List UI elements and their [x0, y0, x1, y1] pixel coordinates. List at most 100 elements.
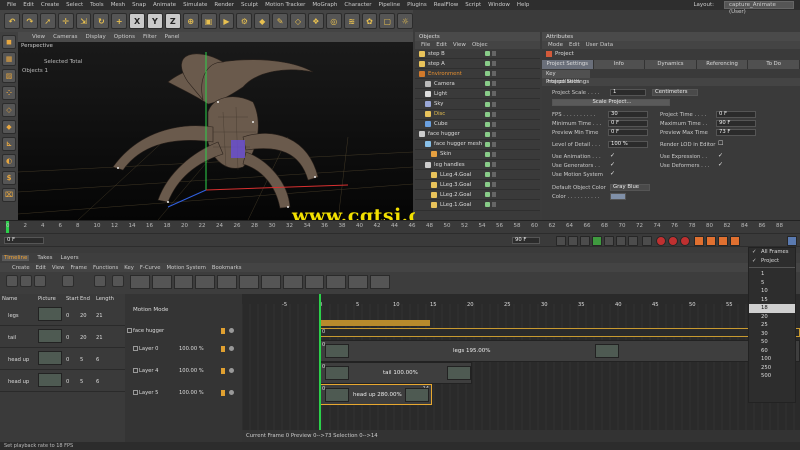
menu-pipeline[interactable]: Pipeline [379, 2, 401, 8]
y-axis-icon[interactable]: Y [147, 13, 163, 29]
rotate-icon[interactable]: ↻ [93, 13, 110, 29]
menu-realflow[interactable]: RealFlow [434, 2, 458, 8]
layer-mute-icon[interactable] [229, 346, 234, 351]
preview-max-field[interactable]: 73 F [716, 129, 756, 136]
cube-icon[interactable]: ◆ [254, 13, 271, 29]
checker-icon[interactable]: ▦ [2, 52, 16, 66]
curve-preset-2-icon[interactable] [151, 275, 172, 289]
tail-track[interactable]: 0 tail 100.00% [320, 362, 472, 384]
default-color-dropdown[interactable]: Gray Blue [610, 184, 650, 191]
undo-icon[interactable]: ↶ [4, 13, 20, 29]
layer-solo-icon[interactable] [221, 390, 225, 396]
visibility-check-icon[interactable] [485, 131, 490, 137]
render-dot-icon[interactable] [492, 91, 496, 97]
render-dot-icon[interactable] [492, 111, 496, 117]
texture-icon[interactable]: ▨ [2, 69, 16, 83]
deformer-icon[interactable]: ≋ [343, 13, 360, 29]
object-row[interactable]: Sky [415, 99, 540, 110]
fps-option-1[interactable]: 1 [749, 270, 795, 279]
layer-expand-icon[interactable] [127, 328, 132, 333]
camera-icon[interactable]: ▢ [379, 13, 396, 29]
viewport[interactable]: Perspective Selected Total Objects 1 [18, 42, 413, 220]
clip-row[interactable]: head up 0 5 6 [0, 370, 125, 392]
visibility-check-icon[interactable] [485, 101, 490, 107]
objects-menu-objec[interactable]: Objec [472, 42, 488, 48]
curve-preset-3-icon[interactable] [173, 275, 194, 289]
timeline-menu-key[interactable]: Key [124, 265, 134, 271]
scale-key-button[interactable] [706, 236, 716, 246]
menu-select[interactable]: Select [66, 2, 83, 8]
timeline-tab-layers[interactable]: Layers [60, 255, 78, 261]
menu-tools[interactable]: Tools [90, 2, 104, 8]
tab-info[interactable]: Info [593, 60, 646, 69]
curve-preset-10-icon[interactable] [326, 275, 347, 289]
timeline-menu-edit[interactable]: Edit [36, 265, 46, 271]
edges-icon[interactable]: ◇ [2, 103, 16, 117]
object-row[interactable]: face hugger [415, 130, 540, 140]
curve-preset-5-icon[interactable] [217, 275, 238, 289]
menu-file[interactable]: File [7, 2, 16, 8]
object-row[interactable]: step A [415, 59, 540, 70]
move-icon[interactable]: ✛ [57, 13, 74, 29]
curve-preset-11-icon[interactable] [348, 275, 369, 289]
fps-option-5[interactable]: 5 [749, 279, 795, 288]
fps-option-50[interactable]: 50 [749, 338, 795, 347]
project-time-field[interactable]: 0 F [716, 111, 756, 118]
tab-key-interpolation[interactable]: Key Interpolation [542, 70, 590, 85]
curve-preset-7-icon[interactable] [260, 275, 281, 289]
use-animation-checkbox[interactable]: ✓ [610, 152, 615, 159]
render-dot-icon[interactable] [492, 162, 496, 168]
prev-key-button[interactable] [568, 236, 578, 246]
fps-option-250[interactable]: 250 [749, 364, 795, 373]
lock-icon[interactable]: ⌧ [2, 188, 16, 202]
layer-mute-icon[interactable] [229, 390, 234, 395]
record-button[interactable] [656, 236, 666, 246]
render-dot-icon[interactable] [492, 182, 496, 188]
use-deformers-checkbox[interactable]: ✓ [718, 161, 723, 168]
curve-preset-9-icon[interactable] [304, 275, 325, 289]
scale-project-button[interactable]: Scale Project... [552, 99, 670, 106]
scene-icon[interactable]: ✿ [361, 13, 378, 29]
fps-dropdown-button[interactable] [787, 236, 797, 246]
render-icon[interactable]: ▶ [218, 13, 235, 29]
frame-ruler[interactable]: 0 2 4 6 8 10 12 14 16 18 20 22 24 26 28 30 32 34 36 38 40 42 4… [0, 220, 800, 234]
polygons-icon[interactable]: ◆ [2, 120, 16, 134]
object-row[interactable]: face hugger mesh [415, 140, 540, 150]
legs-track[interactable]: 0 legs 195.00% [320, 340, 800, 362]
objects-menu-view[interactable]: View [453, 42, 466, 48]
timeline-playhead[interactable] [319, 294, 321, 442]
render-view-icon[interactable]: ▣ [200, 13, 217, 29]
layer-solo-icon[interactable] [221, 368, 225, 374]
menu-script[interactable]: Script [465, 2, 481, 8]
redo-icon[interactable]: ↷ [21, 13, 38, 29]
z-axis-icon[interactable]: Z [164, 13, 181, 29]
timeline-tool-6-icon[interactable] [112, 275, 124, 287]
fps-option-18[interactable]: 18 [749, 304, 795, 313]
visibility-check-icon[interactable] [485, 141, 490, 147]
visibility-check-icon[interactable] [485, 192, 490, 198]
object-row[interactable]: Light [415, 89, 540, 100]
object-row[interactable]: LLeg.4.Goal [415, 170, 540, 181]
object-row[interactable]: LLeg.2.Goal [415, 190, 540, 201]
object-row[interactable]: Camera [415, 79, 540, 90]
menu-character[interactable]: Character [344, 2, 371, 8]
visibility-check-icon[interactable] [485, 162, 490, 168]
tweak-icon[interactable]: ◐ [2, 154, 16, 168]
visibility-check-icon[interactable] [485, 51, 490, 57]
fps-option-20[interactable]: 20 [749, 313, 795, 322]
array-icon[interactable]: ❖ [307, 13, 324, 29]
viewport-menu-view[interactable]: View [32, 34, 45, 40]
timeline-tab-takes[interactable]: Takes [37, 255, 52, 261]
menu-window[interactable]: Window [488, 2, 510, 8]
lod-field[interactable]: 100 % [608, 141, 648, 148]
tab-to-do[interactable]: To Do [748, 60, 800, 69]
play-button[interactable] [592, 236, 602, 246]
curve-preset-1-icon[interactable] [130, 275, 150, 289]
coord-icon[interactable]: ⊕ [182, 13, 199, 29]
objects-menu-edit[interactable]: Edit [436, 42, 447, 48]
menu-motion-tracker[interactable]: Motion Tracker [265, 2, 305, 8]
menu-create[interactable]: Create [41, 2, 59, 8]
visibility-check-icon[interactable] [485, 182, 490, 188]
render-dot-icon[interactable] [492, 101, 496, 107]
attr-menu-mode[interactable]: Mode [548, 42, 563, 48]
